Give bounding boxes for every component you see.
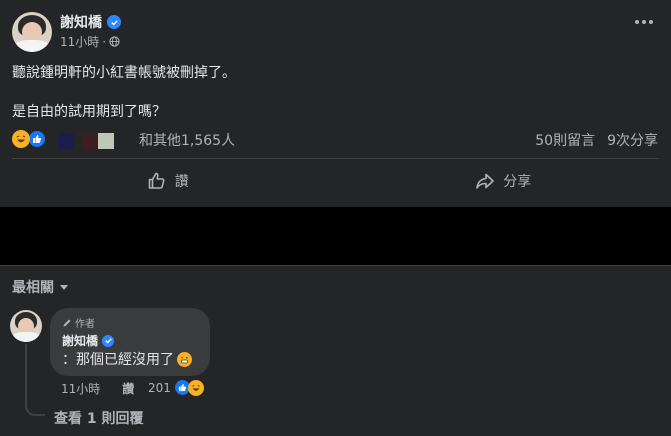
comment-reactions[interactable]: 201 <box>148 379 204 396</box>
comment-text: ：那個已經沒用了 <box>62 349 192 369</box>
engagement-counts: 50則留言 9次分享 <box>535 130 658 150</box>
reaction-summary[interactable]: 和其他1,565人 <box>139 130 235 150</box>
comment-meta: 11小時 讚 <box>61 380 134 397</box>
grimace-emoji-icon <box>177 351 192 367</box>
like-button-label: 讚 <box>174 174 189 190</box>
post-actions: 讚 分享 <box>0 166 671 196</box>
thumbs-up-icon <box>148 172 165 189</box>
divider <box>12 158 659 159</box>
comment-author[interactable]: 謝知橋 <box>62 332 115 349</box>
reaction-icons[interactable] <box>12 129 47 149</box>
comments-count[interactable]: 50則留言 <box>535 130 595 150</box>
commenter-avatar[interactable] <box>10 310 42 342</box>
comment-bubble: 作者 謝知橋 ：那個已經沒用了 <box>50 308 210 376</box>
post-text-line-2: 是自由的試用期到了嗎？ <box>12 104 166 120</box>
like-icon <box>27 129 47 149</box>
comment-sort-label: 最相關 <box>12 280 54 296</box>
friend-avatars[interactable] <box>58 133 114 149</box>
comments-section: 最相關 作者 謝知橋 ：那個已經沒用了 11小時 讚 201 查看 1 則回覆 <box>0 265 671 436</box>
verified-icon <box>102 334 115 347</box>
post-meta: 11小時 · <box>60 33 120 50</box>
shares-count[interactable]: 9次分享 <box>607 130 658 150</box>
friend-avatar[interactable] <box>58 133 74 149</box>
post-card: 謝知橋 11小時 · 聽說鍾明軒的小紅書帳號被刪掉了。 是自由的試用期到了嗎？ … <box>0 0 671 207</box>
post-text-line-1: 聽說鍾明軒的小紅書帳號被刪掉了。 <box>12 65 236 81</box>
comment-author-name[interactable]: 謝知橋 <box>62 332 98 349</box>
view-replies-link[interactable]: 查看 1 則回覆 <box>54 408 144 428</box>
comment-sort-dropdown[interactable]: 最相關 <box>12 277 68 297</box>
comment-text-content: ：那個已經沒用了 <box>62 352 174 368</box>
more-icon[interactable] <box>635 20 653 24</box>
comment-time[interactable]: 11小時 <box>61 380 100 397</box>
comment-like-button[interactable]: 讚 <box>122 380 134 397</box>
like-button[interactable]: 讚 <box>0 166 336 196</box>
author-badge-label: 作者 <box>75 319 95 330</box>
globe-icon <box>109 36 120 47</box>
friend-avatar[interactable] <box>82 133 98 149</box>
share-arrow-icon <box>476 173 495 189</box>
post-author-name[interactable]: 謝知橋 <box>60 12 102 32</box>
haha-icon <box>187 379 204 396</box>
share-button-label: 分享 <box>503 174 532 190</box>
separator-band <box>0 207 671 265</box>
friend-avatar[interactable] <box>98 133 114 149</box>
haha-icon <box>12 130 30 148</box>
share-button[interactable]: 分享 <box>336 166 671 196</box>
post-author[interactable]: 謝知橋 <box>60 12 121 32</box>
author-avatar[interactable] <box>12 12 52 52</box>
thread-line <box>25 344 45 416</box>
chevron-down-icon <box>60 284 68 290</box>
author-badge: 作者 <box>62 315 95 330</box>
pencil-icon <box>63 319 71 326</box>
post-time[interactable]: 11小時 <box>60 33 99 50</box>
verified-icon <box>107 15 121 29</box>
comment-reaction-count: 201 <box>148 380 171 395</box>
